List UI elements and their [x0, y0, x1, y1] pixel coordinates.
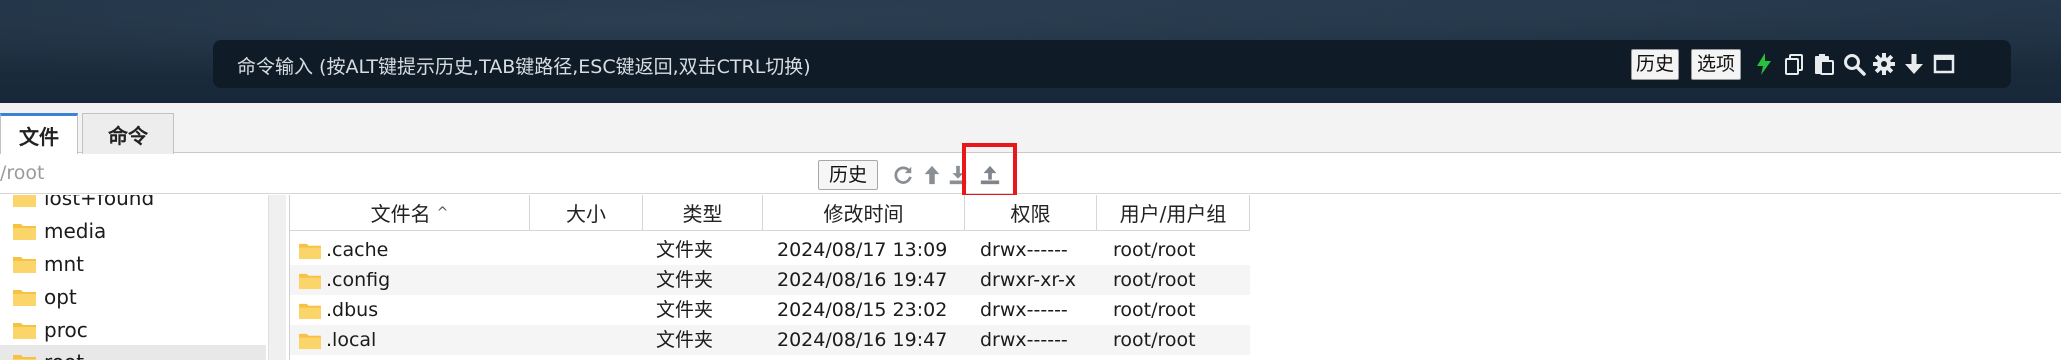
- gear-icon[interactable]: [1870, 50, 1898, 78]
- top-background: 命令输入 (按ALT键提示历史,TAB键路径,ESC键返回,双击CTRL切换) …: [0, 0, 2061, 103]
- table-row[interactable]: .config 文件夹 2024/08/16 19:47 drwxr-xr-x …: [290, 265, 1250, 295]
- file-modified: 2024/08/16 19:47: [777, 329, 948, 351]
- folder-icon: [13, 223, 36, 240]
- tree-item-label: proc: [44, 317, 88, 342]
- file-type: 文件夹: [656, 269, 714, 291]
- tree-item-label: root: [44, 350, 84, 360]
- tab-files[interactable]: 文件: [0, 113, 78, 155]
- tree-item-mnt[interactable]: mnt: [0, 247, 266, 280]
- tree-item-label: mnt: [44, 251, 84, 276]
- file-permissions: drwx------: [980, 299, 1068, 321]
- tree-item-label: media: [44, 218, 107, 243]
- path-history-button[interactable]: 历史: [818, 160, 878, 190]
- tree-item-root[interactable]: root: [0, 345, 266, 360]
- file-type: 文件夹: [656, 329, 714, 351]
- file-owner: root/root: [1113, 299, 1196, 321]
- file-modified: 2024/08/17 13:09: [777, 239, 948, 261]
- file-type: 文件夹: [656, 239, 714, 261]
- paste-icon[interactable]: [1810, 50, 1838, 78]
- tree-item-label: lost+found: [44, 195, 155, 210]
- file-table: 文件名 ^ 大小 类型 修改时间 权限 用户/用户组 .cache 文件夹 20…: [289, 195, 2061, 360]
- folder-icon: [299, 273, 321, 290]
- folder-icon: [13, 256, 36, 273]
- file-permissions: drwxr-xr-x: [980, 269, 1077, 291]
- file-type: 文件夹: [656, 299, 714, 321]
- copy-icon[interactable]: [1780, 50, 1808, 78]
- file-name: .cache: [326, 239, 389, 261]
- column-header-modified[interactable]: 修改时间: [763, 195, 965, 231]
- file-permissions: drwx------: [980, 329, 1068, 351]
- folder-icon: [13, 354, 36, 360]
- file-owner: root/root: [1113, 329, 1196, 351]
- column-header-type[interactable]: 类型: [643, 195, 763, 231]
- tree-item-opt[interactable]: opt: [0, 280, 266, 313]
- maximize-icon[interactable]: [1930, 50, 1958, 78]
- folder-icon: [299, 303, 321, 320]
- highlight-box: [962, 143, 1017, 198]
- folder-icon: [13, 195, 36, 207]
- tree-item-lost-found[interactable]: lost+found: [0, 195, 266, 214]
- column-header-permissions[interactable]: 权限: [965, 195, 1097, 231]
- arrow-down-icon[interactable]: [1900, 50, 1928, 78]
- file-modified: 2024/08/15 23:02: [777, 299, 948, 321]
- tree-scrollbar[interactable]: [268, 195, 286, 360]
- up-arrow-icon[interactable]: [920, 163, 944, 187]
- directory-tree: lost+found media mnt opt proc root: [0, 195, 270, 360]
- file-owner: root/root: [1113, 269, 1196, 291]
- tree-item-label: opt: [44, 284, 77, 309]
- column-header-size[interactable]: 大小: [530, 195, 643, 231]
- file-owner: root/root: [1113, 239, 1196, 261]
- folder-icon: [13, 289, 36, 306]
- table-row[interactable]: .local 文件夹 2024/08/16 19:47 drwx------ r…: [290, 325, 1250, 355]
- tab-bar: 文件 命令: [0, 103, 2061, 155]
- folder-icon: [13, 322, 36, 339]
- path-input[interactable]: /root: [0, 162, 45, 184]
- folder-icon: [299, 243, 321, 260]
- folder-icon: [299, 333, 321, 350]
- table-row[interactable]: .dbus 文件夹 2024/08/15 23:02 drwx------ ro…: [290, 295, 1250, 325]
- tree-item-media[interactable]: media: [0, 214, 266, 247]
- file-name: .local: [326, 329, 377, 351]
- search-icon[interactable]: [1840, 50, 1868, 78]
- history-button[interactable]: 历史: [1631, 49, 1679, 80]
- column-header-owner[interactable]: 用户/用户组: [1097, 195, 1250, 231]
- lightning-icon[interactable]: [1750, 50, 1778, 78]
- sort-ascending-icon: ^: [436, 204, 449, 221]
- file-name: .config: [326, 269, 391, 291]
- file-name: .dbus: [326, 299, 379, 321]
- options-button[interactable]: 选项: [1691, 49, 1741, 80]
- column-header-name[interactable]: 文件名 ^: [290, 195, 530, 231]
- command-bar[interactable]: 命令输入 (按ALT键提示历史,TAB键路径,ESC键返回,双击CTRL切换) …: [213, 40, 2011, 88]
- table-row[interactable]: .cache 文件夹 2024/08/17 13:09 drwx------ r…: [290, 235, 1250, 265]
- tab-commands[interactable]: 命令: [82, 113, 174, 154]
- tree-item-proc[interactable]: proc: [0, 313, 266, 346]
- command-input[interactable]: 命令输入 (按ALT键提示历史,TAB键路径,ESC键返回,双击CTRL切换): [237, 52, 811, 79]
- refresh-icon[interactable]: [891, 163, 915, 187]
- file-modified: 2024/08/16 19:47: [777, 269, 948, 291]
- path-bar: /root 历史: [0, 154, 2061, 194]
- file-permissions: drwx------: [980, 239, 1068, 261]
